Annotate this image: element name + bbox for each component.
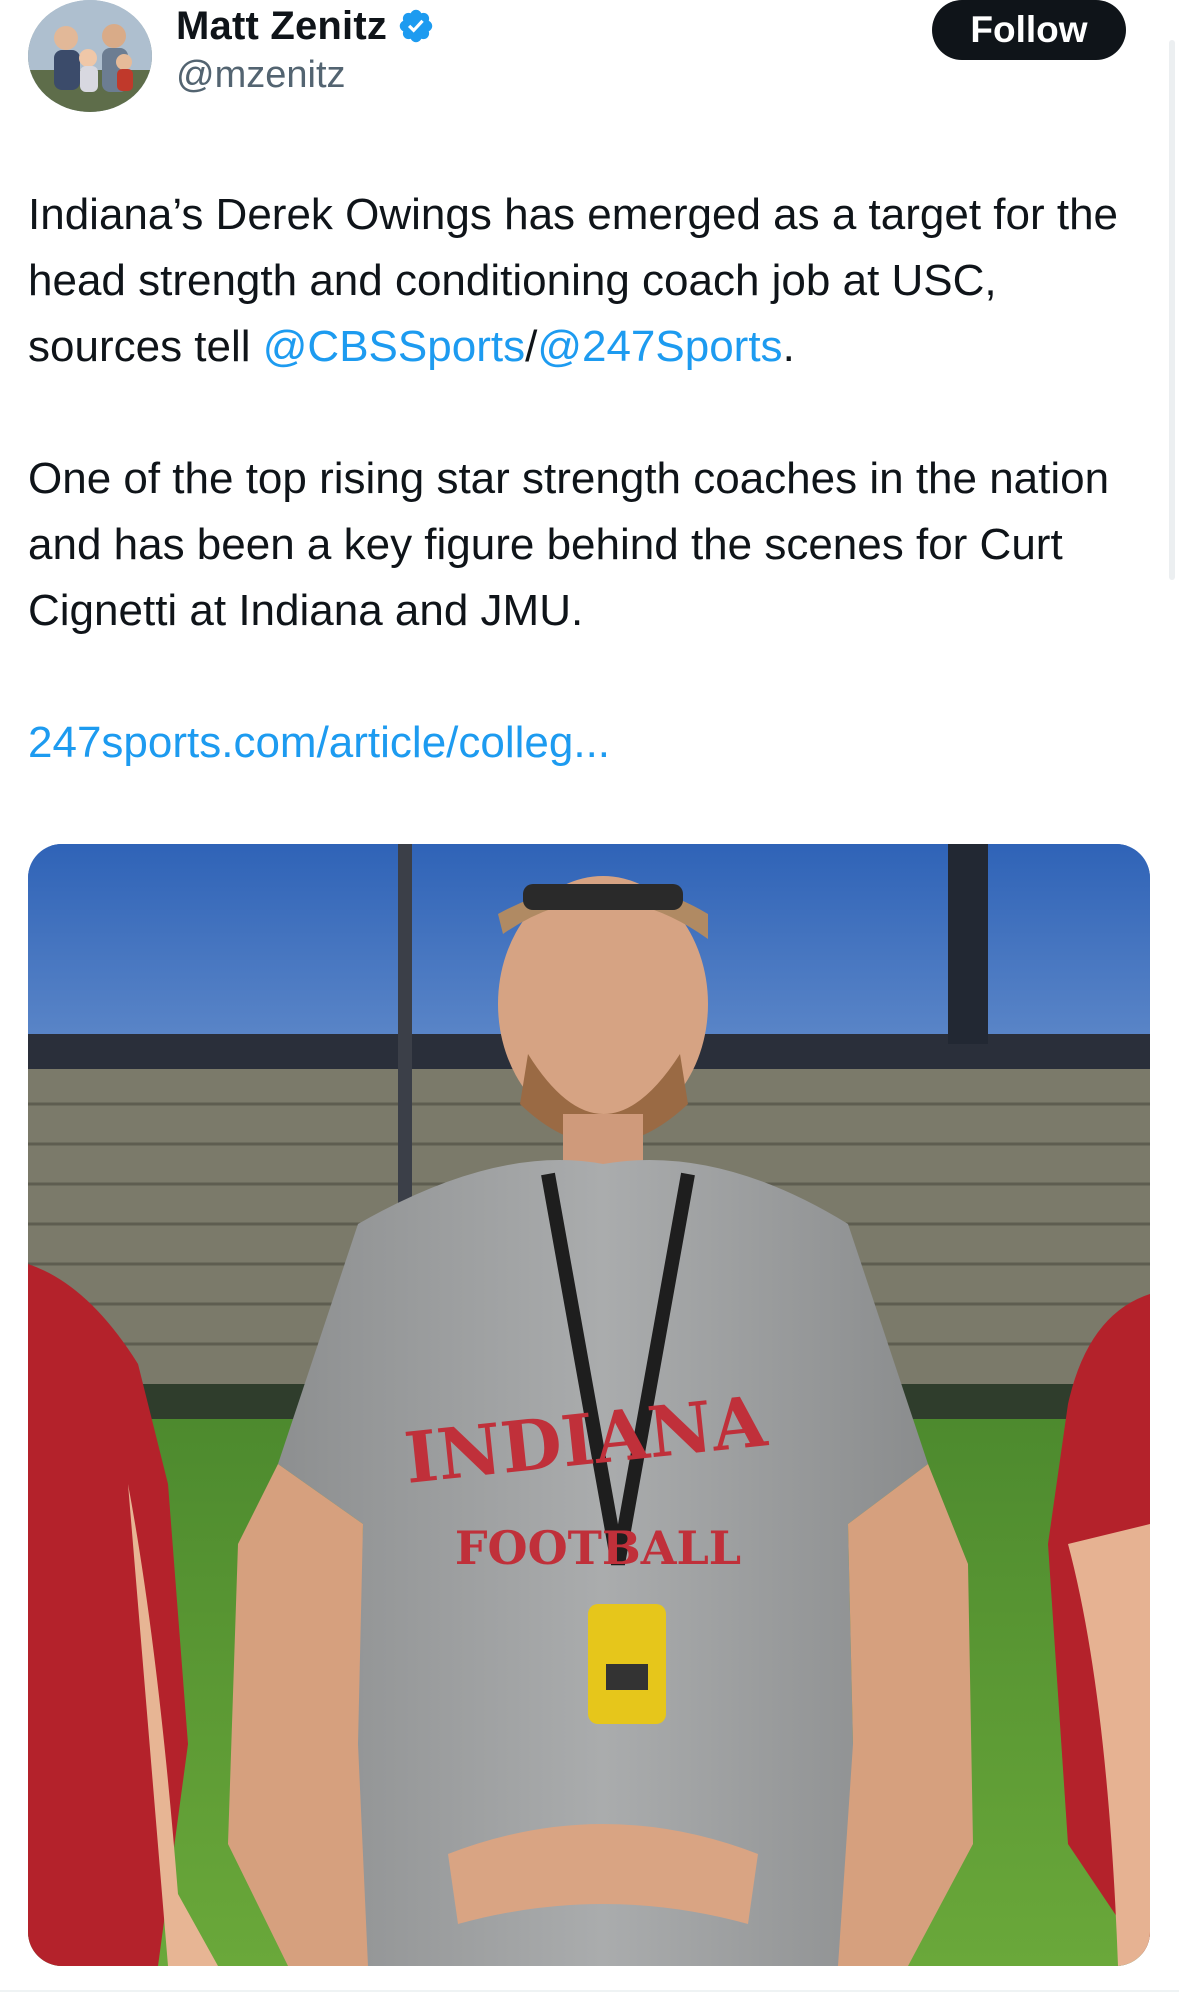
scrollbar[interactable] [1169,40,1175,580]
divider [0,1990,1179,1992]
mention-separator: / [525,322,538,371]
mention-247sports-link[interactable]: @247Sports [537,322,782,371]
tweet-text: Indiana’s Derek Owings has emerged as a … [28,182,1138,776]
tweet-photo[interactable]: INDIANA FOOTBALL [28,844,1150,1966]
author-display-name[interactable]: Matt Zenitz [176,4,387,49]
author-avatar[interactable] [28,0,152,112]
author-name-row[interactable]: Matt Zenitz [176,2,435,50]
tweet-paragraph-2: One of the top rising star strength coac… [28,454,1110,635]
tweet-text-period: . [782,322,795,371]
verified-badge-icon [399,9,433,43]
author-handle[interactable]: @mzenitz [176,54,346,97]
follow-button[interactable]: Follow [932,0,1126,60]
mention-cbssports-link[interactable]: @CBSSports [263,322,525,371]
tweet-paragraph-1: Indiana’s Derek Owings has emerged as a … [28,182,1138,380]
shirt-text-bottom: FOOTBALL [455,1521,741,1575]
article-link[interactable]: 247sports.com/article/colleg... [28,710,1138,776]
tweet-card: Matt Zenitz @mzenitz Follow Indiana’s De… [0,0,1179,2007]
